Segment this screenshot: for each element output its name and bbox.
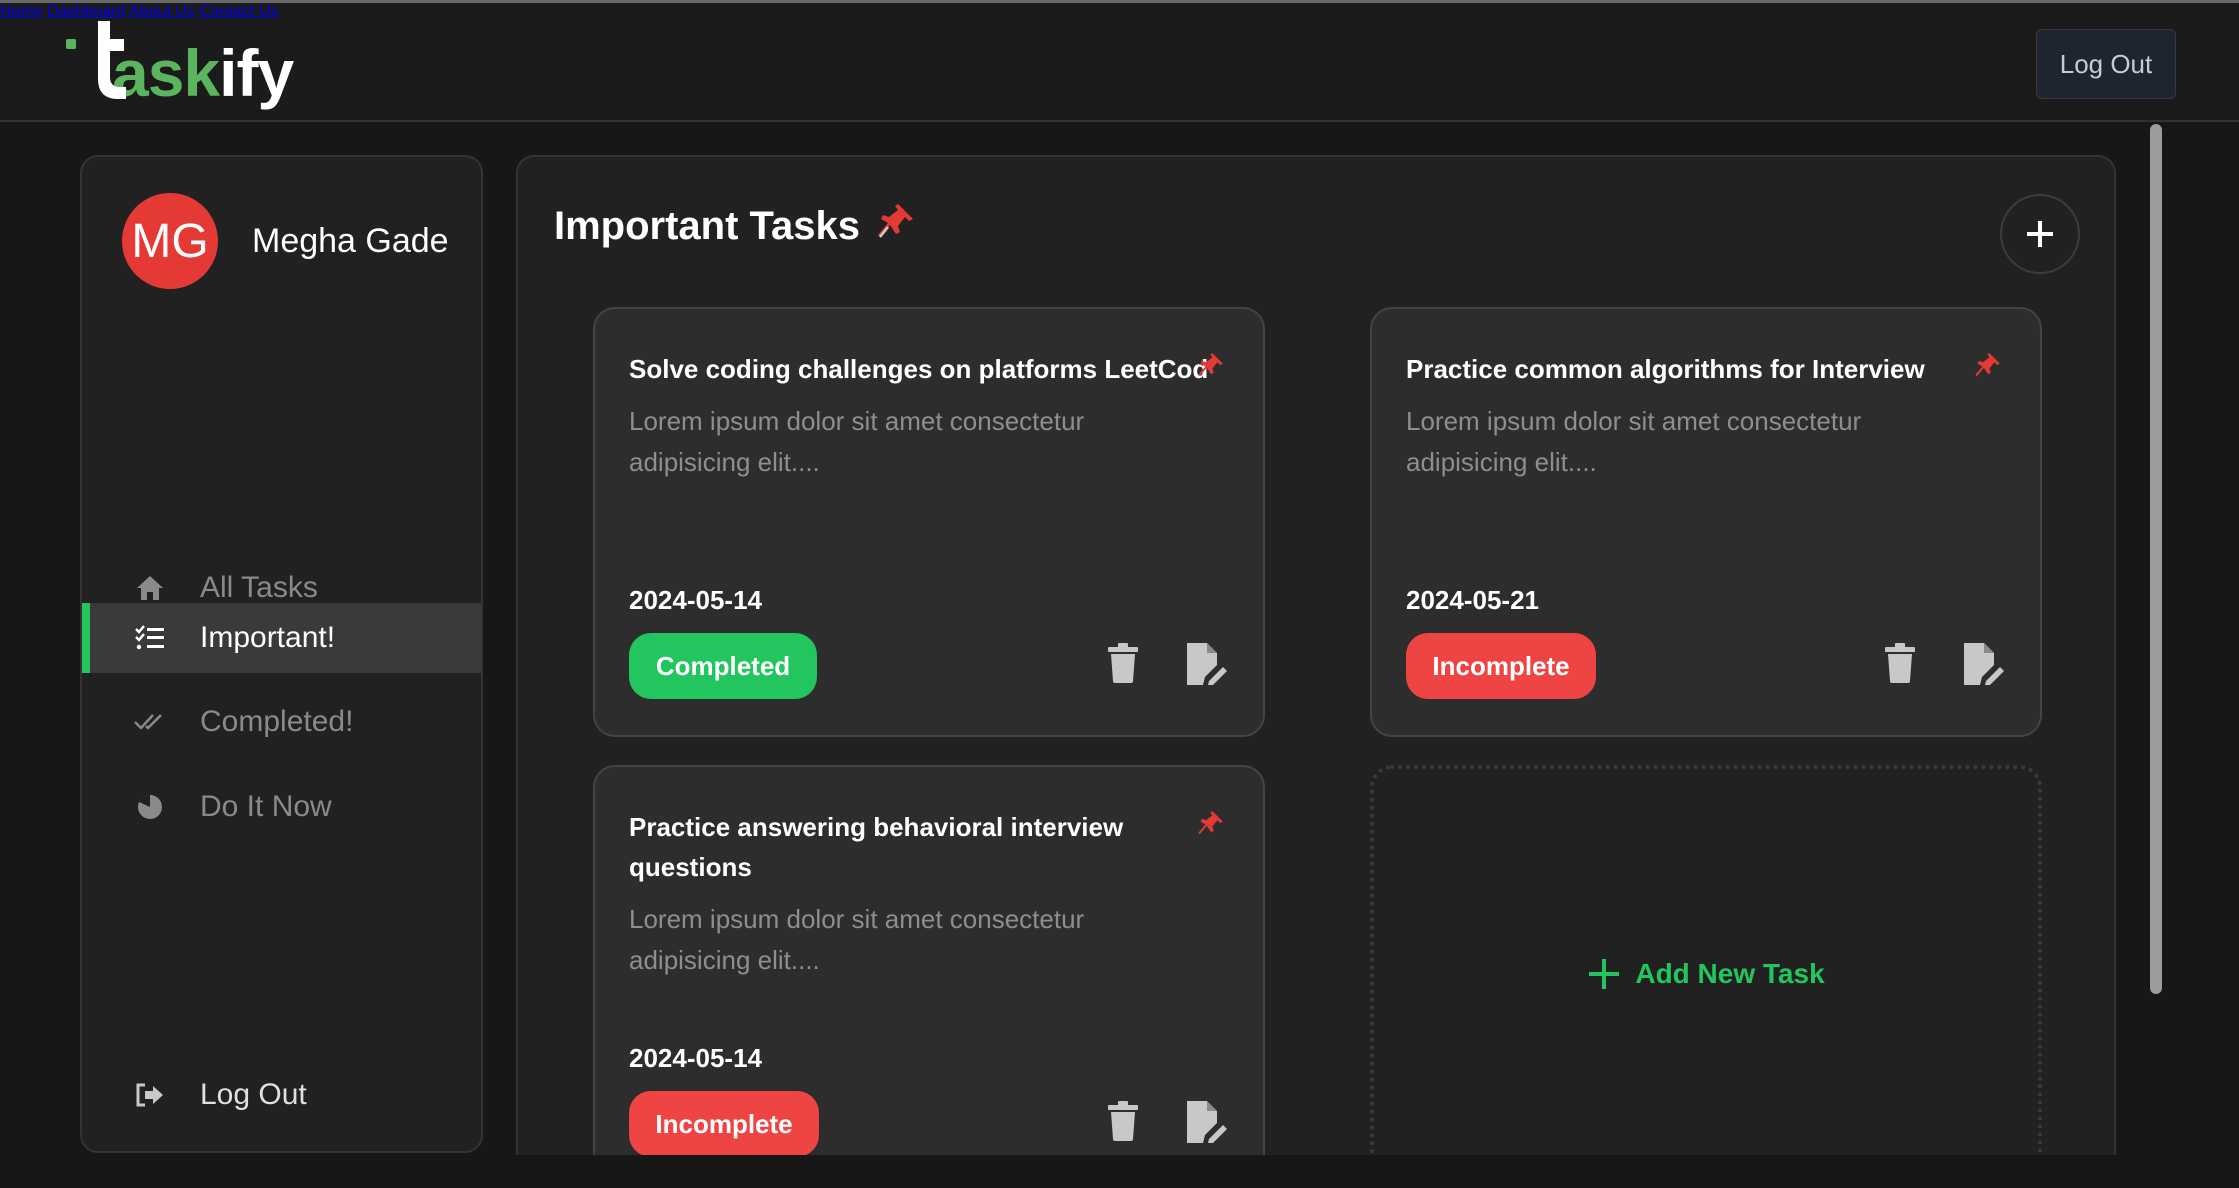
task-card: Solve coding challenges on platforms Lee… xyxy=(593,307,1265,737)
task-date: 2024-05-14 xyxy=(629,585,762,615)
sidebar-logout-label: Log Out xyxy=(200,1078,307,1111)
task-description: Lorem ipsum dolor sit amet consectetur a… xyxy=(629,904,1085,975)
main-panel: Important Tasks Solve coding challenges … xyxy=(516,155,2116,1155)
status-button[interactable]: Incomplete xyxy=(629,1091,819,1155)
status-button[interactable]: Incomplete xyxy=(1406,633,1596,699)
page-title-text: Important Tasks xyxy=(554,203,860,248)
sidebar: MG Megha Gade All Tasks Important! Compl… xyxy=(80,155,483,1153)
pushpin-icon xyxy=(876,201,916,251)
taskify-logo[interactable]: askify xyxy=(64,17,294,112)
plus-icon xyxy=(1589,959,1620,989)
double-check-icon xyxy=(134,706,166,738)
add-new-task-label: Add New Task xyxy=(1635,958,1825,989)
sidebar-item-completed[interactable]: Completed! xyxy=(82,687,481,757)
sidebar-item-do-it-now[interactable]: Do It Now xyxy=(82,772,481,842)
task-description: Lorem ipsum dolor sit amet consectetur a… xyxy=(629,406,1085,477)
sidebar-item-important[interactable]: Important! xyxy=(82,603,481,673)
page-scrollbar-thumb[interactable] xyxy=(2150,124,2162,994)
user-name: Megha Gade xyxy=(252,222,449,260)
trash-icon[interactable] xyxy=(1107,643,1139,688)
top-logout-button[interactable]: Log Out xyxy=(2036,29,2176,99)
edit-file-icon[interactable] xyxy=(1185,1099,1227,1148)
status-button[interactable]: Completed xyxy=(629,633,817,699)
pin-icon[interactable] xyxy=(1197,809,1225,842)
task-date: 2024-05-14 xyxy=(629,1043,762,1073)
edit-file-icon[interactable] xyxy=(1185,641,1227,690)
sidebar-item-label: Do It Now xyxy=(200,790,332,823)
plus-icon xyxy=(2027,221,2053,247)
task-description: Lorem ipsum dolor sit amet consectetur a… xyxy=(1406,406,1862,477)
add-task-circle-button[interactable] xyxy=(2000,194,2080,274)
task-title: Practice common algorithms for Interview xyxy=(1406,354,1925,384)
pin-icon[interactable] xyxy=(1974,351,2002,384)
add-new-task-content: Add New Task xyxy=(1374,957,2038,991)
page-title: Important Tasks xyxy=(554,201,916,251)
sidebar-logout[interactable]: Log Out xyxy=(82,1060,481,1130)
list-check-icon xyxy=(134,622,166,654)
task-title: Solve coding challenges on platforms Lee… xyxy=(629,354,1209,384)
nav-home-link[interactable]: Home xyxy=(0,3,43,20)
sidebar-item-label: Important! xyxy=(200,621,336,654)
logo-dot xyxy=(66,39,76,49)
task-date: 2024-05-21 xyxy=(1406,585,1539,615)
pie-icon xyxy=(134,791,166,823)
pin-icon[interactable] xyxy=(1197,351,1225,384)
home-icon xyxy=(134,572,166,604)
edit-file-icon[interactable] xyxy=(1962,641,2004,690)
trash-icon[interactable] xyxy=(1884,643,1916,688)
task-title: Practice answering behavioral interview … xyxy=(629,812,1124,882)
task-card: Practice common algorithms for Interview… xyxy=(1370,307,2042,737)
task-card: Practice answering behavioral interview … xyxy=(593,765,1265,1155)
logout-icon xyxy=(134,1079,166,1111)
trash-icon[interactable] xyxy=(1107,1101,1139,1146)
add-new-task-card[interactable]: Add New Task xyxy=(1370,765,2042,1155)
logo-t-glyph xyxy=(98,21,126,99)
sidebar-item-label: Completed! xyxy=(200,705,354,738)
sidebar-item-label: All Tasks xyxy=(200,571,318,604)
top-navbar: askify Home Dashboard About Us Contact U… xyxy=(0,0,2239,122)
avatar[interactable]: MG xyxy=(122,193,218,289)
